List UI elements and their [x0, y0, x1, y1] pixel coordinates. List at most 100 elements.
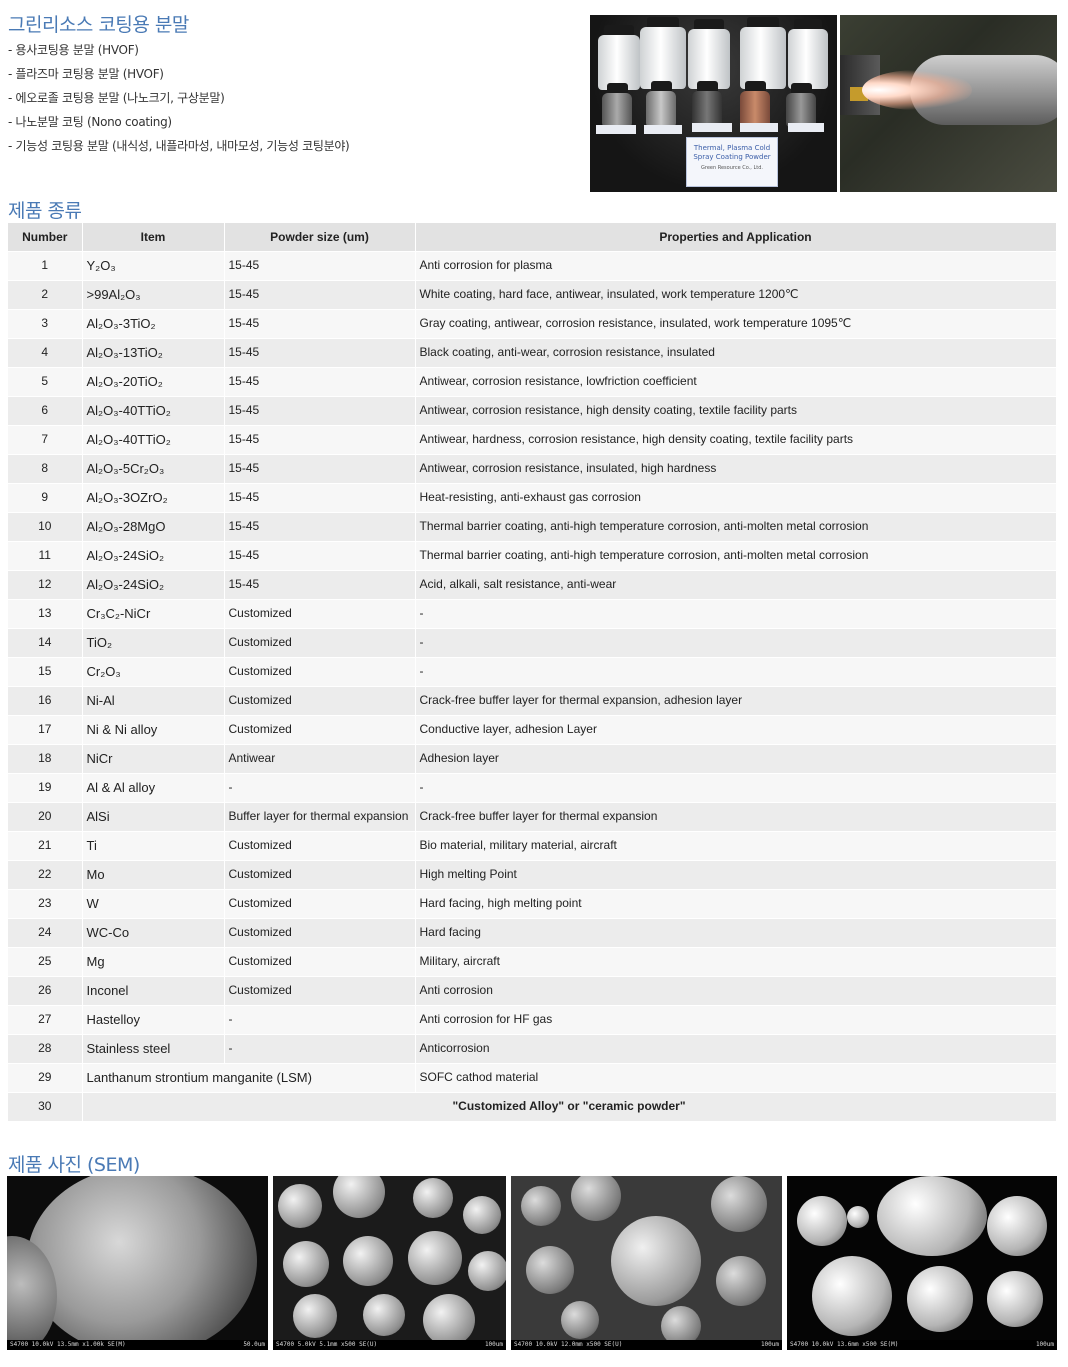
cell-number: 15	[8, 656, 83, 686]
cell-number: 29	[8, 1062, 83, 1092]
table-row: 16 Ni-Al Customized Crack-free buffer layer…	[8, 685, 1057, 715]
cell-item: NiCr	[82, 743, 225, 773]
cell-item: Cr₂O₃	[82, 656, 225, 686]
sem-scale: 50.0um	[243, 1341, 265, 1348]
cell-number: 30	[8, 1091, 83, 1121]
table-row: 18 NiCr Antiwear Adhesion layer	[8, 743, 1057, 773]
cell-item: Mo	[82, 859, 225, 889]
cell-powder-size: Antiwear	[224, 743, 416, 773]
cell-powder-size: Customized	[224, 917, 416, 947]
cell-properties: High melting Point	[415, 859, 1057, 889]
cell-properties: Antiwear, corrosion resistance, lowfrict…	[415, 366, 1057, 396]
cell-number: 14	[8, 627, 83, 657]
cell-item: Mg	[82, 946, 225, 976]
cell-number: 10	[8, 511, 83, 541]
cell-number: 13	[8, 598, 83, 628]
cell-item: Al₂O₃-3OZrO₂	[82, 482, 225, 512]
table-row: 20 AlSi Buffer layer for thermal expansion…	[8, 801, 1057, 831]
cell-number: 25	[8, 946, 83, 976]
cell-item: Inconel	[82, 975, 225, 1005]
cell-properties: Heat-resisting, anti-exhaust gas corrosi…	[415, 482, 1057, 512]
cell-number: 4	[8, 337, 83, 367]
sem-scale: 100um	[484, 1341, 503, 1348]
cell-powder-size: 15-45	[224, 482, 416, 512]
cell-powder-size: 15-45	[224, 453, 416, 483]
cell-number: 7	[8, 424, 83, 454]
column-header-properties: Properties and Application	[415, 223, 1057, 251]
cell-item: Y₂O₃	[82, 250, 225, 280]
table-row: 28 Stainless steel - Anticorrosion	[8, 1033, 1057, 1063]
table-row: 9 Al₂O₃-3OZrO₂ 15-45 Heat-resisting, anti-e…	[8, 482, 1057, 512]
sem-caption: S4700 10.0kV 13.5mm x1.00k SE(M)	[10, 1341, 126, 1348]
company-name: Green Resource Co., Ltd.	[701, 165, 763, 171]
cell-powder-size: -	[224, 1033, 416, 1063]
column-header-number: Number	[8, 223, 83, 251]
cell-properties: Military, aircraft	[415, 946, 1057, 976]
cell-powder-size: 15-45	[224, 279, 416, 309]
cell-powder-size: Customized	[224, 946, 416, 976]
cell-number: 16	[8, 685, 83, 715]
cell-number: 19	[8, 772, 83, 802]
cell-item: Al₂O₃-13TiO₂	[82, 337, 225, 367]
cell-item: Lanthanum strontium manganite (LSM)	[82, 1062, 416, 1092]
table-row: 26 Inconel Customized Anti corrosion	[8, 975, 1057, 1005]
cell-powder-size: 15-45	[224, 540, 416, 570]
cell-item: Al₂O₃-40TTiO₂	[82, 424, 225, 454]
table-row: 25 Mg Customized Military, aircraft	[8, 946, 1057, 976]
cell-powder-size: -	[224, 772, 416, 802]
cell-number: 20	[8, 801, 83, 831]
cell-powder-size: Buffer layer for thermal expansion	[224, 801, 416, 831]
plasma-spray-photo	[840, 15, 1057, 192]
cell-number: 21	[8, 830, 83, 860]
cell-properties: Anti corrosion for HF gas	[415, 1004, 1057, 1034]
cell-item: TiO₂	[82, 627, 225, 657]
column-header-powder-size: Powder size (um)	[224, 223, 416, 251]
cell-item: >99Al₂O₃	[82, 279, 225, 309]
cell-properties: Gray coating, antiwear, corrosion resist…	[415, 308, 1057, 338]
table-row: 17 Ni & Ni alloy Customized Conductive laye…	[8, 714, 1057, 744]
cell-powder-size: Customized	[224, 685, 416, 715]
cell-number: 3	[8, 308, 83, 338]
cell-powder-size: 15-45	[224, 569, 416, 599]
powder-jars-photo: Thermal, Plasma Cold Spray Coating Powde…	[590, 15, 837, 192]
sem-image-3: S4700 10.0kV 12.0mm x500 SE(U) 100um	[511, 1176, 782, 1350]
sem-image-1: S4700 10.0kV 13.5mm x1.00k SE(M) 50.0um	[7, 1176, 268, 1350]
cell-powder-size: Customized	[224, 598, 416, 628]
cell-powder-size: Customized	[224, 714, 416, 744]
table-row: 15 Cr₂O₃ Customized -	[8, 656, 1057, 686]
cell-number: 12	[8, 569, 83, 599]
cell-number: 9	[8, 482, 83, 512]
cell-properties: White coating, hard face, antiwear, insu…	[415, 279, 1057, 309]
cell-item: WC-Co	[82, 917, 225, 947]
sem-image-2: S4700 5.0kV 5.1mm x500 SE(U) 100um	[273, 1176, 506, 1350]
cell-item: Al₂O₃-40TTiO₂	[82, 395, 225, 425]
cell-item: Cr₃C₂-NiCr	[82, 598, 225, 628]
cell-note: "Customized Alloy" or "ceramic powder"	[82, 1091, 1057, 1121]
sem-image-4: S4700 10.0kV 13.6mm x500 SE(M) 100um	[787, 1176, 1057, 1350]
cell-properties: Anti corrosion for plasma	[415, 250, 1057, 280]
cell-properties: Adhesion layer	[415, 743, 1057, 773]
cell-item: AlSi	[82, 801, 225, 831]
cell-powder-size: 15-45	[224, 395, 416, 425]
cell-properties: -	[415, 656, 1057, 686]
table-row: 19 Al & Al alloy - -	[8, 772, 1057, 802]
cell-number: 17	[8, 714, 83, 744]
cell-powder-size: Customized	[224, 627, 416, 657]
table-row: 29 Lanthanum strontium manganite (LSM) S…	[8, 1062, 1057, 1092]
intro-item: - 플라즈마 코팅용 분말 (HVOF)	[8, 67, 164, 81]
table-header-row: Number Item Powder size (um) Properties …	[8, 223, 1057, 251]
cell-powder-size: -	[224, 1004, 416, 1034]
cell-properties: Bio material, military material, aircraf…	[415, 830, 1057, 860]
cell-number: 11	[8, 540, 83, 570]
cell-properties: Antiwear, corrosion resistance, insulate…	[415, 453, 1057, 483]
cell-number: 23	[8, 888, 83, 918]
cell-powder-size: Customized	[224, 656, 416, 686]
cell-number: 22	[8, 859, 83, 889]
cell-properties: -	[415, 772, 1057, 802]
cell-item: Al₂O₃-5Cr₂O₃	[82, 453, 225, 483]
cell-properties: Hard facing, high melting point	[415, 888, 1057, 918]
table-row: 24 WC-Co Customized Hard facing	[8, 917, 1057, 947]
product-label-text: Thermal, Plasma Cold Spray Coating Powde…	[693, 144, 771, 161]
cell-powder-size: 15-45	[224, 424, 416, 454]
table-row: 22 Mo Customized High melting Point	[8, 859, 1057, 889]
